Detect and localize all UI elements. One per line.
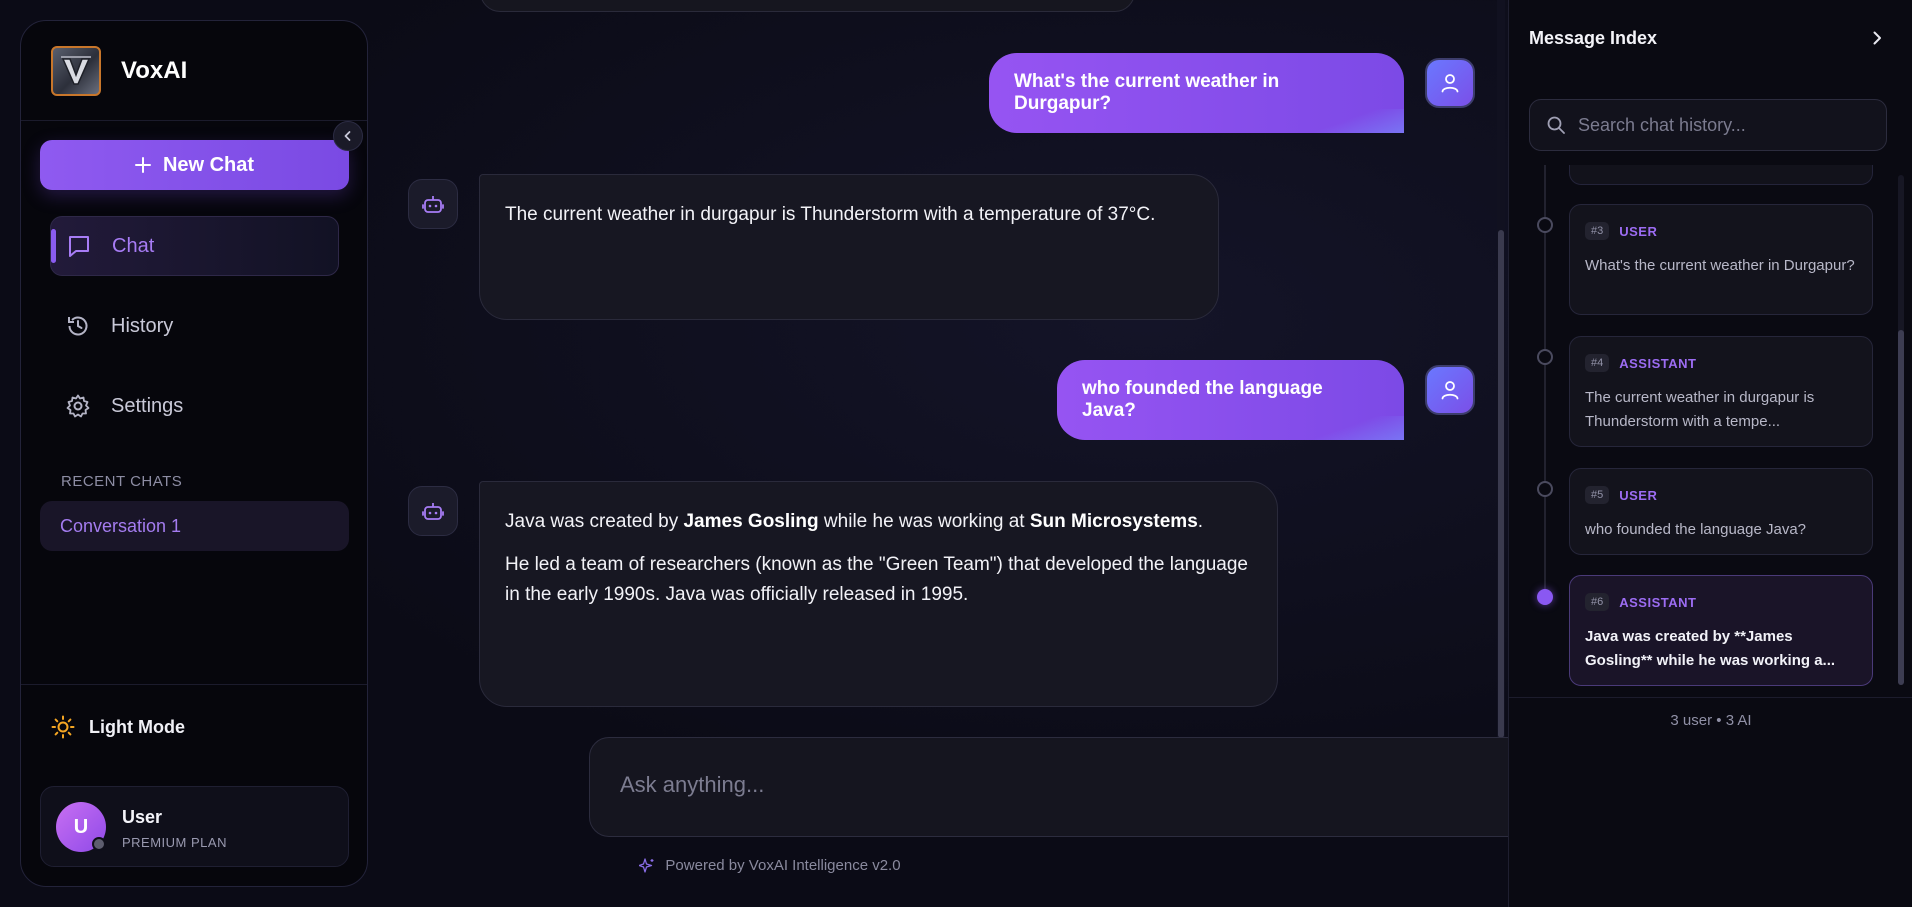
- bubble-decoration: [1314, 109, 1404, 133]
- user-avatar-icon: [1425, 58, 1475, 108]
- sparkle-icon: [639, 857, 655, 874]
- new-chat-button[interactable]: New Chat: [40, 140, 349, 190]
- bubble-decoration: [1314, 416, 1404, 440]
- role-label: ASSISTANT: [1619, 355, 1697, 371]
- app-logo-icon: [51, 46, 101, 96]
- user-message: who founded the language Java?: [1057, 360, 1404, 440]
- message-preview: Java was created by **James Gosling** wh…: [1585, 628, 1836, 669]
- light-mode-label: Light Mode: [89, 716, 185, 737]
- message-paragraph: Java was created by James Gosling while …: [505, 507, 1252, 537]
- sidebar: VoxAI New Chat Chat History Settings REC…: [20, 20, 368, 887]
- user-name: User: [122, 807, 163, 827]
- card-header: #4 ASSISTANT: [1585, 354, 1857, 372]
- footer-powered-by: Powered by VoxAI Intelligence v2.0: [0, 857, 1540, 874]
- message-index-panel: Message Index #3 USER What's the current…: [1508, 0, 1912, 907]
- new-chat-label: New Chat: [162, 153, 255, 176]
- message-input[interactable]: [620, 768, 1500, 802]
- chat-area: What's the current weather in Durgapur? …: [380, 0, 1708, 907]
- message-preview: What's the current weather in Durgapur?: [1585, 257, 1855, 274]
- index-card[interactable]: #4 ASSISTANT The current weather in durg…: [1569, 336, 1873, 447]
- user-plan: PREMIUM PLAN: [122, 835, 227, 850]
- search-field: [1529, 99, 1887, 151]
- user-profile-card[interactable]: U User PREMIUM PLAN: [40, 786, 349, 867]
- message-paragraph: He led a team of researchers (known as t…: [505, 554, 1248, 605]
- search-icon: [1546, 115, 1566, 135]
- card-header: #6 ASSISTANT: [1585, 593, 1857, 611]
- assistant-message: The current weather in durgapur is Thund…: [479, 174, 1219, 320]
- index-card-active[interactable]: #6 ASSISTANT Java was created by **James…: [1569, 575, 1873, 686]
- chevron-left-icon: [342, 130, 354, 142]
- role-label: ASSISTANT: [1619, 594, 1697, 610]
- bot-avatar-icon: [408, 486, 458, 536]
- role-label: USER: [1619, 223, 1658, 239]
- chat-scrollbar-thumb[interactable]: [1498, 230, 1504, 738]
- sun-icon: [51, 715, 75, 739]
- message-number-badge: #4: [1585, 354, 1610, 372]
- gear-icon: [65, 393, 91, 419]
- index-card[interactable]: #5 USER who founded the language Java?: [1569, 468, 1873, 555]
- timeline-dot: [1537, 349, 1553, 365]
- previous-message-bubble: [480, 0, 1135, 12]
- message-number-badge: #3: [1585, 222, 1610, 240]
- divider: [1509, 697, 1912, 698]
- message-preview: who founded the language Java?: [1585, 521, 1807, 538]
- text-span: Java was created by: [505, 511, 684, 532]
- divider: [21, 684, 367, 685]
- timeline-dot-active: [1537, 589, 1553, 605]
- panel-title: Message Index: [1529, 28, 1658, 48]
- role-label: USER: [1619, 487, 1658, 503]
- timeline-dot: [1537, 217, 1553, 233]
- nav-item-label: History: [111, 314, 174, 337]
- nav-item-label: Chat: [112, 234, 155, 257]
- status-indicator: [92, 837, 106, 851]
- message-preview: The current weather in durgapur is Thund…: [1585, 389, 1815, 430]
- text-span: while he was working at: [818, 511, 1030, 532]
- bot-avatar-icon: [408, 179, 458, 229]
- bold-text: James Gosling: [683, 511, 819, 532]
- powered-by-text: Powered by VoxAI Intelligence v2.0: [665, 857, 901, 874]
- message-number-badge: #6: [1585, 593, 1610, 611]
- user-avatar-icon: [1425, 365, 1475, 415]
- brand[interactable]: VoxAI: [51, 46, 187, 96]
- divider: [21, 120, 367, 121]
- user-message: What's the current weather in Durgapur?: [989, 53, 1404, 133]
- nav-item-history[interactable]: History: [50, 296, 339, 356]
- timeline-dot: [1537, 481, 1553, 497]
- message-text: The current weather in durgapur is Thund…: [505, 204, 1156, 225]
- index-card[interactable]: #3 USER What's the current weather in Du…: [1569, 204, 1873, 315]
- nav-item-settings[interactable]: Settings: [50, 376, 339, 436]
- card-header: #5 USER: [1585, 486, 1857, 504]
- close-panel-button[interactable]: [1868, 29, 1886, 47]
- index-scrollbar-thumb[interactable]: [1898, 330, 1904, 685]
- index-card-partial[interactable]: [1569, 165, 1873, 185]
- light-mode-toggle[interactable]: Light Mode: [51, 715, 185, 739]
- recent-chat-item[interactable]: Conversation 1: [40, 501, 349, 551]
- search-input[interactable]: [1578, 114, 1878, 136]
- bold-text: Sun Microsystems: [1029, 511, 1198, 532]
- recent-chats-heading: RECENT CHATS: [61, 473, 183, 490]
- message-number-badge: #5: [1585, 486, 1610, 504]
- nav-item-chat[interactable]: Chat: [50, 216, 339, 276]
- collapse-sidebar-button[interactable]: [333, 121, 363, 151]
- card-header: #3 USER: [1585, 222, 1857, 240]
- nav-item-label: Settings: [111, 394, 184, 417]
- text-span: .: [1197, 511, 1204, 532]
- assistant-message: Java was created by James Gosling while …: [479, 481, 1278, 707]
- message-count: 3 user • 3 AI: [1670, 712, 1752, 729]
- plus-icon: [134, 157, 151, 173]
- chat-bubble-icon: [66, 233, 92, 259]
- chevron-right-icon: [1868, 29, 1886, 47]
- app-name: VoxAI: [121, 57, 188, 84]
- message-index-list: #3 USER What's the current weather in Du…: [1509, 165, 1912, 697]
- history-icon: [65, 313, 91, 339]
